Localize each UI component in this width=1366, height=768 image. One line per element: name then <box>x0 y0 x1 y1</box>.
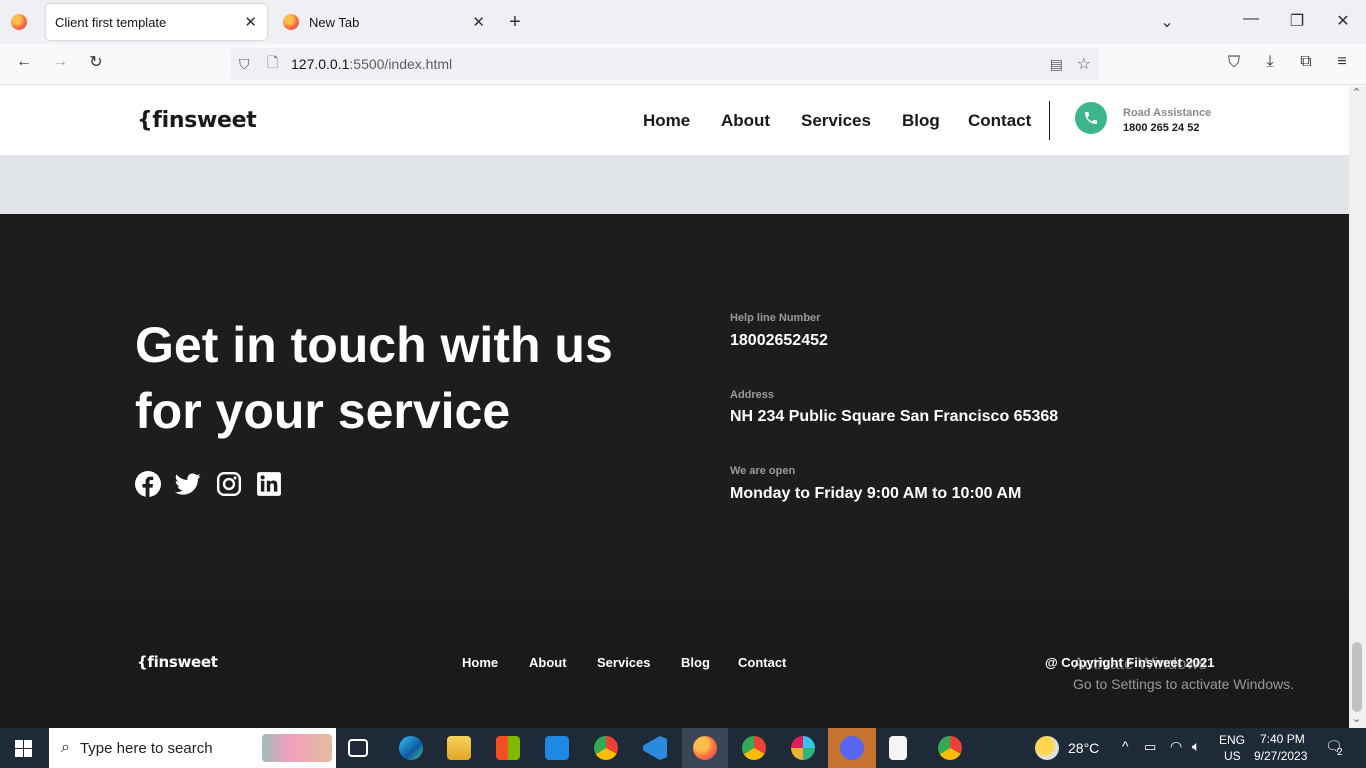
mail-icon[interactable] <box>545 736 569 760</box>
road-assistance-phone: 1800 265 24 52 <box>1123 122 1200 134</box>
back-arrow-icon[interactable]: ← <box>12 53 36 71</box>
site-header: {finsweet Home About Services Blog Conta… <box>0 86 1349 155</box>
edge-icon[interactable] <box>399 736 423 760</box>
open-hours-value: Monday to Friday 9:00 AM to 10:00 AM <box>730 485 1022 502</box>
footer-nav-contact[interactable]: Contact <box>738 655 786 670</box>
address-label: Address <box>730 389 775 401</box>
tab-new-tab[interactable]: New Tab ✕ <box>271 4 495 40</box>
task-view-icon[interactable] <box>348 739 368 757</box>
new-tab-plus-icon[interactable]: + <box>503 11 527 34</box>
instagram-icon[interactable] <box>216 471 242 497</box>
search-placeholder: Type here to search <box>79 739 213 757</box>
open-hours-label: We are open <box>730 465 796 477</box>
page-icon: 🗋 <box>267 54 279 70</box>
headline-line-1: Get in touch with us <box>135 317 613 373</box>
bookmark-star-icon[interactable]: ☆ <box>1077 54 1091 74</box>
site-logo[interactable]: {finsweet <box>137 108 257 133</box>
footer-nav-about[interactable]: About <box>529 655 567 670</box>
road-assistance-label: Road Assistance <box>1123 107 1212 119</box>
reload-icon[interactable]: ↻ <box>84 52 108 72</box>
footer-nav-home[interactable]: Home <box>462 655 498 670</box>
address-value: NH 234 Public Square San Francisco 65368 <box>730 408 1059 425</box>
activate-windows-subtitle: Go to Settings to activate Windows. <box>1073 676 1294 692</box>
page-scrollbar[interactable]: ⌃ ⌄ <box>1349 86 1366 728</box>
web-page: {finsweet Home About Services Blog Conta… <box>0 86 1349 728</box>
reader-view-icon[interactable]: ▤ <box>1050 56 1063 73</box>
phone-icon[interactable] <box>1075 102 1107 134</box>
extensions-icon[interactable]: ⧉ <box>1294 53 1318 71</box>
windows-start-icon[interactable] <box>15 740 32 757</box>
twitter-icon[interactable] <box>175 471 201 497</box>
tab-title: New Tab <box>309 14 360 30</box>
minimize-icon[interactable]: — <box>1239 10 1263 28</box>
chrome-second-icon[interactable] <box>938 736 962 760</box>
activate-windows-title: Activate Windows <box>1073 654 1208 673</box>
shield-icon[interactable]: ⛉ <box>239 56 257 73</box>
taskbar-search-box[interactable]: ⌕ Type here to search <box>49 728 336 768</box>
firefox-tab-icon <box>283 14 299 30</box>
restore-icon[interactable]: ❐ <box>1285 11 1309 31</box>
contact-section: Get in touch with us for your service He… <box>0 214 1349 598</box>
battery-icon[interactable]: ▭ <box>1144 739 1156 755</box>
linkedin-icon[interactable] <box>256 471 282 497</box>
clock-date[interactable]: 9/27/2023 <box>1254 749 1307 763</box>
discord-icon[interactable] <box>840 736 864 760</box>
url-path: :5500/index.html <box>349 56 453 72</box>
list-tabs-chevron-icon[interactable]: ⌄ <box>1155 12 1179 32</box>
window-close-icon[interactable]: ✕ <box>1331 11 1355 31</box>
tray-chevron-up-icon[interactable]: ^ <box>1122 738 1129 754</box>
weather-temperature[interactable]: 28°C <box>1068 740 1099 756</box>
scroll-down-arrow-icon[interactable]: ⌄ <box>1352 712 1361 725</box>
tab-client-first-template[interactable]: Client first template ✕ <box>46 4 267 40</box>
vscode-icon[interactable] <box>643 736 667 760</box>
contact-headline: Get in touch with us for your service <box>135 312 675 444</box>
downloads-icon[interactable]: ⤓ <box>1258 53 1282 71</box>
clock-time[interactable]: 7:40 PM <box>1260 732 1305 746</box>
slack-icon[interactable] <box>791 736 815 760</box>
firefox-taskbar-icon[interactable] <box>693 736 717 760</box>
nav-home[interactable]: Home <box>643 111 690 131</box>
scrollbar-thumb[interactable] <box>1352 642 1362 712</box>
facebook-icon[interactable] <box>135 471 161 497</box>
forward-arrow-icon[interactable]: → <box>48 53 72 71</box>
firefox-icon[interactable] <box>11 14 27 30</box>
nav-blog[interactable]: Blog <box>902 111 940 131</box>
weather-icon[interactable] <box>1035 736 1059 760</box>
headline-line-2: for your service <box>135 383 511 439</box>
browser-tab-bar: Client first template ✕ New Tab ✕ + ⌄ — … <box>0 0 1366 44</box>
scroll-up-arrow-icon[interactable]: ⌃ <box>1352 86 1361 99</box>
nav-about[interactable]: About <box>721 111 770 131</box>
footer-nav-blog[interactable]: Blog <box>681 655 710 670</box>
search-icon: ⌕ <box>61 739 70 756</box>
nav-services[interactable]: Services <box>801 111 871 131</box>
volume-icon[interactable]: 🔈︎ <box>1192 738 1200 755</box>
url-bar[interactable]: ⛉ 🗋 127.0.0.1:5500/index.html ▤ ☆ <box>231 48 1099 80</box>
wifi-icon[interactable]: ◠ <box>1170 738 1182 755</box>
nav-contact[interactable]: Contact <box>968 111 1031 131</box>
windows-taskbar: ⌕ Type here to search 28°C ^ ▭ ◠ 🔈︎ ENG … <box>0 728 1366 768</box>
notepad-icon[interactable] <box>889 736 907 760</box>
close-tab-icon[interactable]: ✕ <box>244 13 257 31</box>
chrome-profile-icon[interactable] <box>594 736 618 760</box>
close-tab-icon[interactable]: ✕ <box>472 13 485 31</box>
nav-divider <box>1049 101 1050 140</box>
tab-title: Client first template <box>55 14 167 30</box>
footer-logo[interactable]: {finsweet <box>137 653 218 671</box>
chrome-icon[interactable] <box>742 736 766 760</box>
language-secondary[interactable]: US <box>1224 749 1241 763</box>
helpline-value: 18002652452 <box>730 332 828 349</box>
browser-nav-bar: ← → ↻ ⛉ 🗋 127.0.0.1:5500/index.html ▤ ☆ … <box>0 44 1366 85</box>
notifications-count: 2 <box>1337 747 1343 758</box>
pocket-icon[interactable]: ⛉ <box>1222 54 1246 72</box>
hero-band <box>0 155 1349 214</box>
search-highlight-image-icon <box>262 734 332 762</box>
footer-nav-services[interactable]: Services <box>597 655 651 670</box>
microsoft-store-icon[interactable] <box>496 736 520 760</box>
menu-hamburger-icon[interactable]: ≡ <box>1330 53 1354 71</box>
url-host: 127.0.0.1 <box>291 56 350 72</box>
language-primary[interactable]: ENG <box>1219 733 1245 747</box>
helpline-label: Help line Number <box>730 312 821 324</box>
file-explorer-icon[interactable] <box>447 736 471 760</box>
